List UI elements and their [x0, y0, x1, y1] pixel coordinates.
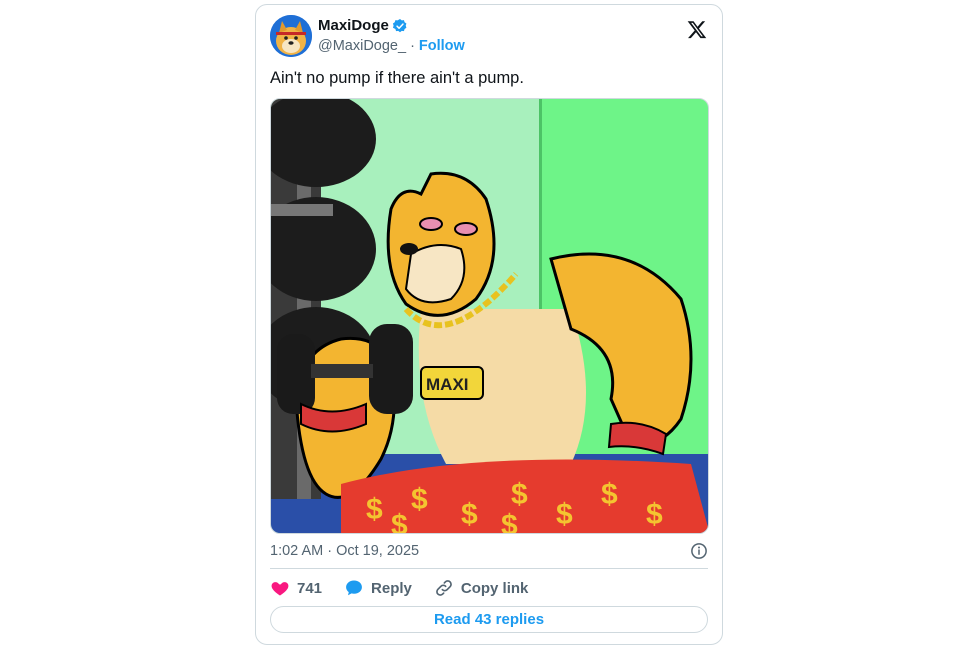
divider	[270, 568, 708, 569]
svg-text:$: $	[646, 498, 663, 531]
reply-label: Reply	[371, 579, 412, 597]
svg-text:$: $	[601, 478, 618, 511]
like-button[interactable]: 741	[270, 578, 322, 598]
tweet-header: MaxiDoge @MaxiDoge_ · Follow	[270, 15, 708, 59]
timestamp-row: 1:02 AM · Oct 19, 2025	[270, 542, 708, 562]
info-icon[interactable]	[690, 542, 708, 560]
svg-text:$: $	[411, 483, 428, 516]
avatar[interactable]	[270, 15, 312, 57]
read-replies-button[interactable]: Read 43 replies	[270, 606, 708, 633]
svg-text:$: $	[391, 509, 408, 534]
author-name[interactable]: MaxiDoge	[318, 17, 389, 34]
copy-link-button[interactable]: Copy link	[434, 578, 529, 598]
handle-separator: ·	[410, 38, 415, 54]
media-pendant-text: MAXI	[426, 375, 469, 394]
follow-button[interactable]: Follow	[419, 38, 465, 54]
svg-text:$: $	[461, 498, 478, 531]
tweet-text: Ain't no pump if there ain't a pump.	[270, 69, 524, 87]
svg-text:$: $	[556, 498, 573, 531]
link-icon	[436, 580, 452, 596]
heart-icon	[271, 582, 289, 596]
speech-bubble-icon	[346, 580, 362, 596]
svg-text:$: $	[501, 509, 518, 534]
author-handle-row: @MaxiDoge_ · Follow	[318, 38, 465, 54]
author-name-row: MaxiDoge	[318, 17, 408, 34]
verified-badge-icon	[392, 18, 407, 32]
svg-text:$: $	[366, 493, 383, 526]
tweet-embed-card: MaxiDoge @MaxiDoge_ · Follow Ain't no pu…	[255, 4, 723, 645]
tweet-timestamp[interactable]: 1:02 AM · Oct 19, 2025	[270, 543, 419, 559]
action-bar: 741 Reply Copy link	[270, 576, 708, 600]
tweet-media-image[interactable]: MAXI $ $ $ $ $ $ $ $ $	[270, 98, 709, 534]
x-logo-icon[interactable]	[686, 19, 708, 41]
copy-link-label: Copy link	[460, 579, 529, 597]
reply-button[interactable]: Reply	[344, 578, 412, 598]
like-count: 741	[297, 579, 323, 597]
svg-text:$: $	[511, 478, 528, 511]
author-handle[interactable]: @MaxiDoge_	[318, 38, 406, 54]
